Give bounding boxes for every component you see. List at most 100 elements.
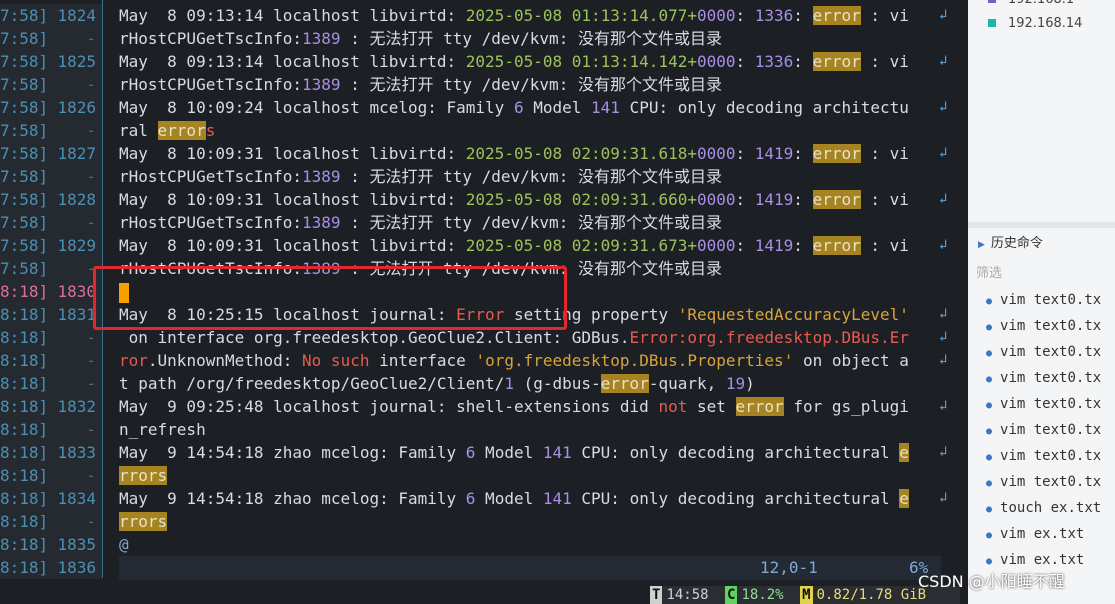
line-number: 1826	[57, 98, 96, 117]
line-gutter: 7:58] 1825	[0, 50, 102, 73]
log-token: set	[687, 397, 736, 416]
gutter-timestamp: 8:18]	[0, 305, 49, 324]
panel-divider[interactable]	[968, 222, 1115, 228]
terminal-line: 8:18] - rrors	[0, 464, 960, 487]
gutter-timestamp: 7:58]	[0, 98, 49, 117]
log-token: 1389	[302, 213, 341, 232]
line-number: -	[86, 75, 96, 94]
cpu-tag: C	[725, 586, 738, 604]
watermark: CSDN @小阳睡不醒	[918, 572, 1065, 591]
line-gutter: 7:58] 1828	[0, 188, 102, 211]
log-token: :	[735, 52, 755, 71]
log-token: (g-dbus-	[513, 374, 601, 393]
log-token: 141	[542, 489, 572, 508]
bullet-icon: ●	[986, 400, 993, 411]
terminal-line: 8:18] - rrors	[0, 510, 960, 533]
wrap-arrow-icon: ↲	[939, 99, 948, 115]
log-token: 1419	[754, 236, 794, 255]
session-item[interactable]: 192.168.1	[988, 0, 1074, 7]
line-number: 1833	[57, 443, 96, 462]
wrap-arrow-icon: ↲	[939, 329, 948, 345]
log-token: : 无法打开 tty /dev/kvm: 没有那个文件或目录	[340, 29, 722, 48]
history-item[interactable]: ● vim text0.tx	[986, 292, 1101, 308]
line-content: May 9 14:54:18 zhao mcelog: Family 6 Mod…	[119, 487, 909, 510]
line-number: -	[86, 351, 96, 370]
log-token: error	[812, 144, 861, 163]
log-token: s	[205, 121, 216, 140]
line-content: rHostCPUGetTscInfo:1389 : 无法打开 tty /dev/…	[119, 165, 722, 188]
line-gutter: 8:18] -	[0, 349, 102, 372]
collapse-triangle-icon[interactable]: ▶	[978, 240, 985, 250]
log-token: : 无法打开 tty /dev/kvm: 没有那个文件或目录	[340, 167, 722, 186]
line-content: t path /org/freedesktop/GeoClue2/Client/…	[119, 372, 755, 395]
log-token: -quark,	[648, 374, 726, 393]
log-token: 6	[465, 489, 476, 508]
history-command: vim text0.tx	[1000, 448, 1102, 464]
session-item[interactable]: 192.168.14	[988, 16, 1082, 31]
terminal-line: 7:58] 1829 May 8 10:09:31 localhost libvir…	[0, 234, 960, 257]
line-gutter: 8:18] 1832	[0, 395, 102, 418]
terminal-line: 8:18] - n_refresh	[0, 418, 960, 441]
line-gutter: 8:18] 1834	[0, 487, 102, 510]
log-token: error	[812, 236, 861, 255]
session-color-icon	[988, 19, 996, 27]
line-number: -	[86, 466, 96, 485]
log-token: 6	[513, 98, 524, 117]
terminal-line: 8:18] 1834 May 9 14:54:18 zhao mcelog: Fam…	[0, 487, 960, 510]
log-token: CPU: only decoding architectural	[571, 443, 900, 462]
log-token: 1	[504, 374, 514, 393]
gutter-timestamp: 8:18]	[0, 282, 49, 301]
line-gutter: 8:18] -	[0, 464, 102, 487]
line-gutter: 7:58] -	[0, 211, 102, 234]
history-command: vim text0.tx	[1000, 318, 1102, 334]
history-item[interactable]: ● touch ex.txt	[986, 500, 1101, 516]
history-item[interactable]: ● vim text0.tx	[986, 448, 1101, 464]
gutter-timestamp: 8:18]	[0, 328, 49, 347]
session-host: 192.168.1	[1008, 0, 1074, 7]
log-token: May 9 14:54:18 zhao mcelog: Family	[119, 443, 466, 462]
gutter-timestamp: 7:58]	[0, 29, 49, 48]
line-gutter: 7:58] 1827	[0, 142, 102, 165]
log-token: 2025-05-08 02:09:31.673+	[465, 236, 697, 255]
session-host: 192.168.14	[1008, 16, 1083, 31]
line-content: May 9 14:54:18 zhao mcelog: Family 6 Mod…	[119, 441, 909, 464]
log-token: 19	[725, 374, 746, 393]
terminal-line: 8:18] 1835 @	[0, 533, 960, 556]
log-token: on object a	[793, 351, 909, 370]
terminal-line: 7:58] - rHostCPUGetTscInfo:1389 : 无法打开 tty…	[0, 211, 960, 234]
history-item[interactable]: ● vim text0.tx	[986, 370, 1101, 386]
history-title: 历史命令	[990, 236, 1043, 251]
history-item[interactable]: ● vim text0.tx	[986, 474, 1101, 490]
log-token: e	[899, 443, 909, 462]
terminal-line: 8:18] 1832 May 9 09:25:48 localhost journa…	[0, 395, 960, 418]
line-content: May 8 10:09:31 localhost libvirtd: 2025-…	[119, 234, 909, 257]
gutter-timestamp: 8:18]	[0, 397, 49, 416]
history-item[interactable]: ● vim text0.tx	[986, 396, 1101, 412]
line-number: 1828	[57, 190, 96, 209]
terminal-line: 8:18] 1833 May 9 14:54:18 zhao mcelog: Fam…	[0, 441, 960, 464]
history-command: vim ex.txt	[1000, 526, 1085, 542]
line-gutter: 8:18] 1836	[0, 556, 102, 579]
line-content: May 8 09:13:14 localhost libvirtd: 2025-…	[119, 50, 909, 73]
line-gutter: 7:58] 1826	[0, 96, 102, 119]
log-token: 0000	[696, 6, 736, 25]
line-content: @	[119, 533, 129, 556]
line-content: rHostCPUGetTscInfo:1389 : 无法打开 tty /dev/…	[119, 211, 722, 234]
history-header[interactable]: ▶ 历史命令	[978, 232, 1115, 251]
log-token: 1389	[302, 29, 341, 48]
line-gutter: 8:18] -	[0, 510, 102, 533]
history-item[interactable]: ● vim text0.tx	[986, 422, 1101, 438]
log-token: May 8 10:09:31 localhost libvirtd:	[119, 190, 466, 209]
line-number: -	[86, 512, 96, 531]
log-token: May 8 10:09:24 localhost mcelog: Family	[119, 98, 514, 117]
history-item[interactable]: ● vim ex.txt	[986, 552, 1084, 568]
log-token: 'org.freedesktop.DBus.Properties'	[475, 351, 794, 370]
history-filter-input[interactable]: 筛选	[976, 262, 1002, 281]
history-item[interactable]: ● vim text0.tx	[986, 344, 1101, 360]
log-token: No such	[302, 351, 370, 370]
line-gutter: 8:18] 1831	[0, 303, 102, 326]
time-tag: T	[650, 586, 663, 604]
history-item[interactable]: ● vim text0.tx	[986, 318, 1101, 334]
line-content: May 8 10:09:24 localhost mcelog: Family …	[119, 96, 909, 119]
history-item[interactable]: ● vim ex.txt	[986, 526, 1084, 542]
